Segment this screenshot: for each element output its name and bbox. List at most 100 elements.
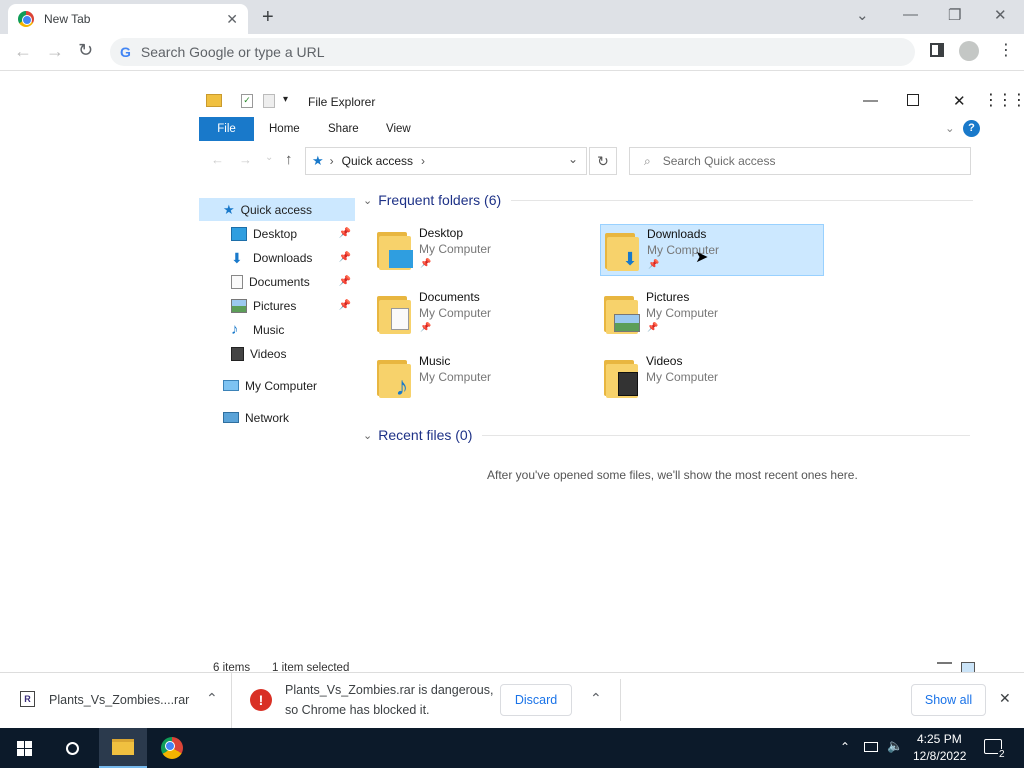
chevron-up-icon[interactable]: ⌃ — [590, 690, 602, 707]
apps-grid-icon[interactable]: ⋮⋮⋮ — [983, 90, 1024, 110]
folder-tile-pictures[interactable]: Pictures My Computer 📌 — [600, 288, 824, 340]
nav-quick-access[interactable]: ★ Quick access — [199, 198, 355, 221]
taskbar-file-explorer[interactable] — [99, 728, 147, 768]
omnibox[interactable]: G Search Google or type a URL — [110, 38, 915, 66]
folder-icon — [112, 739, 134, 755]
recent-locations-icon[interactable]: ⌄ — [265, 152, 273, 163]
pin-icon: 📌 — [338, 228, 351, 239]
refresh-icon[interactable]: ↻ — [589, 147, 617, 175]
chevron-down-icon: ⌄ — [363, 429, 373, 442]
breadcrumb-sep-icon: › — [329, 154, 334, 168]
folder-tile-downloads[interactable]: ⬇ Downloads My Computer 📌 ➤ — [600, 224, 824, 276]
search-button[interactable] — [48, 728, 96, 768]
maximize-icon[interactable] — [907, 94, 919, 106]
address-dropdown-icon[interactable]: ⌄ — [568, 152, 578, 166]
chevron-up-icon[interactable]: ⌃ — [840, 740, 850, 754]
warning-text-line2: so Chrome has blocked it. — [285, 703, 430, 717]
nav-network[interactable]: Network — [199, 406, 355, 429]
close-icon[interactable]: ✕ — [999, 690, 1011, 707]
tab-title: New Tab — [44, 12, 91, 26]
pin-icon: 📌 — [338, 252, 351, 263]
download-file-name: Plants_Vs_Zombies....rar — [49, 693, 190, 707]
notification-count: 2 — [998, 749, 1006, 760]
restore-icon[interactable]: ❐ — [948, 6, 961, 24]
folder-tile-documents[interactable]: Documents My Computer 📌 — [373, 288, 597, 340]
clock-date[interactable]: 12/8/2022 — [913, 749, 966, 763]
profile-icon[interactable] — [959, 41, 979, 61]
folder-icon — [604, 294, 640, 334]
tab-view[interactable]: View — [386, 117, 411, 141]
breadcrumb-quick-access[interactable]: Quick access — [342, 154, 413, 168]
search-icon — [65, 741, 79, 755]
tab-share[interactable]: Share — [328, 117, 359, 141]
tab-new-tab[interactable]: New Tab ✕ — [8, 4, 248, 34]
picture-icon — [231, 298, 247, 313]
computer-icon — [223, 380, 239, 391]
nav-my-computer[interactable]: My Computer — [199, 374, 355, 397]
nav-music[interactable]: ♪ Music — [199, 318, 355, 341]
omnibox-placeholder: Search Google or type a URL — [140, 44, 325, 60]
search-placeholder: Search Quick access — [662, 154, 776, 168]
reload-icon[interactable]: ↻ — [78, 40, 93, 61]
taskbar-chrome[interactable] — [148, 728, 196, 768]
folder-tile-videos[interactable]: Videos My Computer — [600, 352, 824, 404]
forward-icon[interactable]: → — [239, 152, 252, 167]
search-icon: ⌕ — [644, 153, 651, 168]
help-icon[interactable]: ? — [963, 120, 980, 137]
show-all-button[interactable]: Show all — [911, 684, 986, 716]
video-icon — [618, 372, 638, 396]
recent-files-header[interactable]: ⌄ Recent files (0) — [363, 427, 971, 443]
close-window-icon[interactable]: ✕ — [994, 6, 1007, 24]
folder-icon: ♪ — [377, 358, 411, 399]
network-icon[interactable] — [864, 742, 878, 752]
nav-downloads[interactable]: ⬇ Downloads 📌 — [199, 246, 355, 269]
chrome-icon — [18, 11, 34, 27]
tab-file[interactable]: File — [199, 117, 254, 141]
file-explorer-window: ✓ ▾ File Explorer — ✕ ⋮⋮⋮ File Home Shar… — [199, 86, 1024, 676]
desktop-icon — [389, 250, 413, 268]
clock-time[interactable]: 4:25 PM — [917, 732, 962, 746]
menu-icon[interactable]: ⋮ — [998, 40, 1014, 60]
customize-dropdown-icon[interactable]: ▾ — [283, 94, 288, 105]
new-folder-icon[interactable] — [263, 94, 275, 108]
start-button[interactable] — [0, 728, 48, 768]
nav-pictures[interactable]: Pictures 📌 — [199, 294, 355, 317]
chevron-down-icon[interactable]: ⌄ — [856, 6, 869, 24]
browser-toolbar: ← → ↻ G Search Google or type a URL ⋮ — [0, 34, 1024, 71]
folder-icon — [377, 230, 413, 270]
close-icon[interactable]: ✕ — [226, 11, 238, 28]
back-icon[interactable]: ← — [211, 152, 224, 167]
close-icon[interactable]: ✕ — [953, 92, 966, 110]
volume-icon[interactable]: 🔈 — [887, 738, 903, 754]
discard-button[interactable]: Discard — [500, 684, 572, 716]
nav-documents[interactable]: Documents 📌 — [199, 270, 355, 293]
new-tab-icon[interactable]: + — [262, 6, 274, 29]
search-input[interactable]: ⌕ Search Quick access — [629, 147, 971, 175]
back-icon[interactable]: ← — [14, 41, 32, 62]
star-icon: ★ — [223, 201, 235, 217]
tab-home[interactable]: Home — [269, 117, 300, 141]
forward-icon[interactable]: → — [46, 41, 64, 62]
music-icon: ♪ — [231, 320, 239, 338]
sidepanel-icon[interactable] — [930, 43, 944, 57]
expand-ribbon-icon[interactable]: ⌄ — [945, 117, 955, 141]
navigation-pane: ★ Quick access Desktop 📌 ⬇ Downloads 📌 D… — [199, 198, 355, 558]
folder-icon — [206, 94, 222, 107]
minimize-icon[interactable]: — — [903, 6, 918, 23]
download-item[interactable]: R Plants_Vs_Zombies....rar ⌃ — [0, 673, 232, 728]
nav-desktop[interactable]: Desktop 📌 — [199, 222, 355, 245]
folder-tile-desktop[interactable]: Desktop My Computer 📌 — [373, 224, 597, 276]
nav-videos[interactable]: Videos — [199, 342, 355, 365]
chevron-up-icon[interactable]: ⌃ — [206, 690, 218, 707]
download-icon: ⬇ — [231, 249, 243, 266]
folder-tile-music[interactable]: ♪ Music My Computer — [373, 352, 597, 404]
archive-icon: R — [20, 691, 35, 707]
address-bar[interactable]: ★ › Quick access › ⌄ — [305, 147, 587, 175]
minimize-icon[interactable]: — — [863, 92, 878, 109]
properties-icon[interactable]: ✓ — [241, 94, 253, 108]
up-icon[interactable]: ↑ — [285, 151, 293, 168]
frequent-folders-header[interactable]: ⌄ Frequent folders (6) — [363, 192, 974, 208]
download-icon: ⬇ — [622, 249, 638, 269]
chevron-down-icon: ⌄ — [363, 194, 373, 207]
windows-icon — [16, 740, 32, 756]
